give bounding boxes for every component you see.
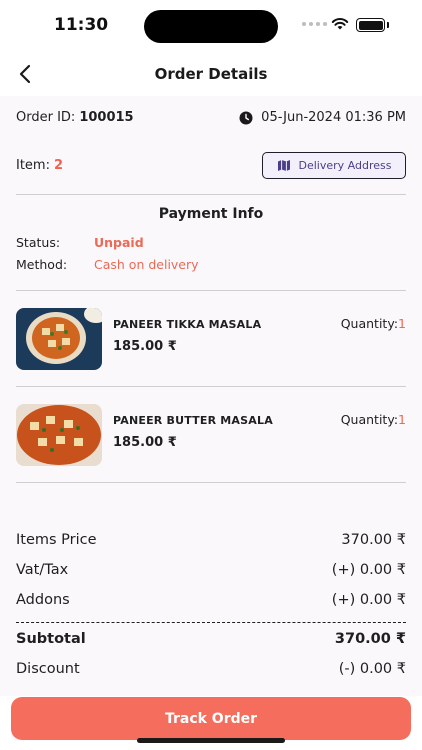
quantity-value: 1 <box>398 412 406 427</box>
divider <box>16 194 406 195</box>
item-quantity: Quantity:1 <box>341 316 406 331</box>
order-id-label: Order ID: <box>16 110 76 125</box>
order-date-text: 05-Jun-2024 01:36 PM <box>261 110 406 125</box>
delivery-address-button[interactable]: Delivery Address <box>262 152 406 179</box>
item-price: 185.00 ₹ <box>113 435 177 450</box>
clock-icon <box>239 111 253 124</box>
item-quantity: Quantity:1 <box>341 412 406 427</box>
payment-info-title: Payment Info <box>158 206 264 222</box>
tax-label: Vat/Tax <box>16 562 69 578</box>
payment-method-label: Method: <box>16 257 68 272</box>
item-name: PANEER BUTTER MASALA <box>113 414 273 427</box>
dynamic-island <box>144 10 278 43</box>
wifi-icon <box>331 18 349 30</box>
payment-method-row: Method: Cash on delivery <box>16 257 199 272</box>
discount-row: Discount (-) 0.00 ₹ <box>16 661 406 683</box>
track-order-label: Track Order <box>164 710 258 727</box>
payment-status-value: Unpaid <box>94 235 144 250</box>
delivery-address-label: Delivery Address <box>298 159 392 172</box>
items-price-label: Items Price <box>16 532 97 548</box>
map-icon <box>277 160 290 171</box>
item-name: PANEER TIKKA MASALA <box>113 318 262 331</box>
addons-value: (+) 0.00 ₹ <box>331 592 406 608</box>
payment-status-row: Status: Unpaid <box>16 235 144 250</box>
order-item[interactable]: PANEER BUTTER MASALA 185.00 ₹ Quantity:1 <box>16 404 406 468</box>
discount-value: (-) 0.00 ₹ <box>338 661 406 677</box>
addons-row: Addons (+) 0.00 ₹ <box>16 592 406 614</box>
status-bar: 11:30 <box>0 0 422 52</box>
order-date: 05-Jun-2024 01:36 PM <box>239 110 406 125</box>
divider <box>16 386 406 387</box>
battery-icon <box>356 18 385 32</box>
paneer-butter-masala-image <box>16 404 102 466</box>
items-price-row: Items Price 370.00 ₹ <box>16 532 406 554</box>
order-info-row: Order ID: 100015 05-Jun-2024 01:36 PM <box>16 110 406 130</box>
item-count-row: Item: 2 Delivery Address <box>16 152 406 180</box>
paneer-tikka-masala-image <box>16 308 102 370</box>
track-order-button[interactable]: Track Order <box>11 697 411 740</box>
addons-label: Addons <box>16 592 70 608</box>
nav-bar: Order Details <box>0 52 422 96</box>
order-item[interactable]: PANEER TIKKA MASALA 185.00 ₹ Quantity:1 <box>16 308 406 372</box>
items-price-value: 370.00 ₹ <box>341 532 406 548</box>
subtotal-row: Subtotal 370.00 ₹ <box>16 631 406 653</box>
page-title: Order Details <box>154 65 268 83</box>
discount-label: Discount <box>16 661 80 677</box>
payment-method-value: Cash on delivery <box>94 257 199 272</box>
divider <box>16 482 406 483</box>
subtotal-value: 370.00 ₹ <box>334 631 406 647</box>
home-indicator <box>137 738 285 743</box>
order-details-content[interactable]: Order ID: 100015 05-Jun-2024 01:36 PM Ite… <box>0 96 422 696</box>
quantity-label: Quantity: <box>340 412 399 427</box>
subtotal-label: Subtotal <box>16 631 86 647</box>
quantity-label: Quantity: <box>340 316 399 331</box>
payment-status-label: Status: <box>16 235 61 250</box>
signal-icon <box>302 22 327 26</box>
item-price: 185.00 ₹ <box>113 339 177 354</box>
order-id-value: 100015 <box>79 110 134 125</box>
item-label: Item: <box>16 158 50 173</box>
battery-tip <box>387 22 389 28</box>
divider <box>16 290 406 291</box>
quantity-value: 1 <box>398 316 406 331</box>
tax-row: Vat/Tax (+) 0.00 ₹ <box>16 562 406 584</box>
dashed-divider <box>16 622 406 623</box>
tax-value: (+) 0.00 ₹ <box>331 562 406 578</box>
status-time: 11:30 <box>54 15 109 35</box>
item-count: 2 <box>53 158 64 173</box>
